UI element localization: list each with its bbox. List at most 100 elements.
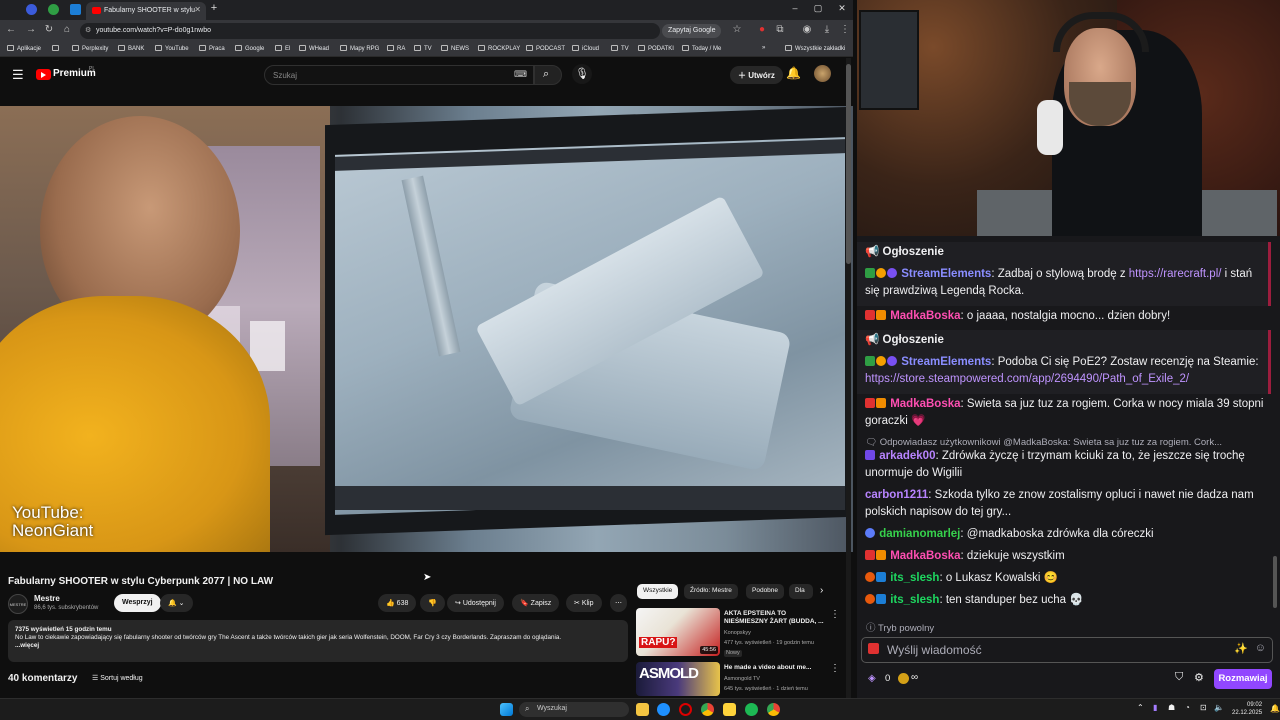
shield-icon[interactable]: ⛉	[1175, 671, 1183, 684]
recommendation-channel[interactable]: Konopskyy	[724, 630, 829, 637]
sparkle-icon[interactable]: ✨	[1234, 642, 1248, 655]
extension-icon[interactable]: ●	[755, 24, 769, 35]
chat-username[interactable]: carbon1211	[865, 489, 928, 501]
share-button[interactable]: ↪ Udostępnij	[447, 594, 504, 612]
new-tab-icon[interactable]: +	[205, 2, 223, 14]
chat-link[interactable]: https://store.steampowered.com/app/26944…	[865, 373, 1189, 385]
search-input[interactable]: Szukaj ⌨	[264, 65, 534, 85]
bookmark-item[interactable]: iCloud	[572, 45, 599, 52]
bookmark-item[interactable]: TV	[414, 45, 432, 52]
create-button[interactable]: ＋ Utwórz	[730, 66, 783, 84]
download-icon[interactable]: ⤓	[820, 24, 834, 35]
like-button[interactable]: 👍 638	[378, 594, 417, 612]
hamburger-menu-icon[interactable]: ☰	[12, 67, 24, 83]
channel-avatar[interactable]: MESTRE	[8, 594, 28, 614]
emote-picker-icon[interactable]: ☺	[1255, 642, 1266, 654]
chat-username[interactable]: MadkaBoska	[890, 550, 960, 562]
menu-kebab-icon[interactable]: ⋮	[838, 24, 852, 35]
extensions-puzzle-icon[interactable]: ⧉	[773, 24, 787, 35]
microphone-icon[interactable]: 🎙	[572, 64, 592, 84]
bookmark-item[interactable]: TV	[611, 45, 629, 52]
notes-app-icon[interactable]	[723, 703, 736, 716]
url-input[interactable]: ⚙ youtube.com/watch?v=P-do0g1nwbo	[80, 23, 660, 39]
clip-button[interactable]: ✂ Klip	[566, 594, 602, 612]
volume-icon[interactable]: 🔈	[1214, 703, 1224, 712]
chrome-active-icon[interactable]	[767, 703, 780, 716]
bookmark-item[interactable]: PODCAST	[526, 45, 565, 52]
bookmark-item[interactable]: Mapy RPG	[340, 45, 379, 52]
settings-gear-icon[interactable]: ⚙	[1194, 671, 1204, 684]
chip-source[interactable]: Źródło: Mestre	[684, 584, 738, 599]
bookmark-item[interactable]: Perplexity	[72, 45, 108, 52]
chip-related[interactable]: Podobne	[746, 584, 785, 599]
scrollbar-thumb[interactable]	[846, 64, 851, 264]
bookmark-item[interactable]: Praca	[199, 45, 225, 52]
recommendation-channel[interactable]: Asmongold TV	[724, 676, 829, 683]
chat-username[interactable]: StreamElements	[901, 268, 991, 280]
chat-username[interactable]: MadkaBoska	[890, 310, 960, 322]
spotify-icon[interactable]	[745, 703, 758, 716]
recommendation-title[interactable]: AKTA EPSTEINA TO NIEŚMIESZNY ŻART (BUDDA…	[724, 610, 824, 626]
subscribe-bell-button[interactable]: 🔔 ⌄	[160, 594, 193, 612]
account-avatar[interactable]	[814, 65, 831, 82]
recommendation-title[interactable]: He made a video about me...	[724, 664, 824, 672]
bookmark-item[interactable]: Today / Me	[682, 45, 721, 52]
reload-icon[interactable]: ↻	[42, 24, 56, 35]
bookmark-item[interactable]: YouTube	[155, 45, 189, 52]
opera-icon[interactable]	[679, 703, 692, 716]
tab-youtube[interactable]: Fabularny SHOOTER w stylu ✕	[86, 2, 206, 20]
notifications-icon[interactable]: 🔔	[1270, 704, 1280, 713]
search-button[interactable]: ⌕	[534, 65, 562, 85]
more-vertical-icon[interactable]: ⋮	[830, 663, 840, 674]
site-info-icon[interactable]: ⚙	[85, 26, 91, 34]
close-window-icon[interactable]: ✕	[833, 3, 851, 14]
ask-google-button[interactable]: Zapytaj Google	[662, 24, 722, 38]
chevron-right-icon[interactable]: ›	[820, 585, 823, 596]
bookmark-item[interactable]: Aplikacje	[7, 45, 41, 52]
chat-username[interactable]: its_slesh	[890, 572, 939, 584]
chat-username[interactable]: StreamElements	[901, 356, 991, 368]
edge-browser-icon[interactable]	[657, 703, 670, 716]
minimize-icon[interactable]: –	[786, 3, 804, 13]
bookmark-item[interactable]: ROCKPLAY	[478, 45, 520, 52]
channel-name[interactable]: Mestre	[34, 594, 60, 603]
keyboard-icon[interactable]: ⌨	[514, 69, 527, 80]
bookmark-item[interactable]: PODATKI	[638, 45, 674, 52]
chat-send-button[interactable]: Rozmawiaj	[1214, 669, 1272, 689]
profile-icon[interactable]	[26, 4, 37, 15]
notifications-bell-icon[interactable]: 🔔	[786, 66, 801, 80]
bits-icon[interactable]: ◈	[868, 673, 876, 684]
recommendation-thumbnail[interactable]: RAPU? 45:56	[636, 608, 720, 656]
taskbar-search[interactable]: ⌕ Wyszukaj	[519, 702, 629, 717]
bookmark-item[interactable]: El	[275, 45, 290, 52]
channel-points-icon[interactable]	[898, 673, 909, 684]
bookmark-item[interactable]: NEWS	[441, 45, 469, 52]
windows-start-icon[interactable]	[500, 703, 513, 716]
bookmarks-overflow-icon[interactable]: »	[762, 45, 765, 51]
forward-icon[interactable]: →	[24, 24, 38, 35]
twitch-tray-icon[interactable]: ▮	[1153, 703, 1157, 712]
more-actions-button[interactable]: ⋯	[610, 594, 627, 612]
chip-all[interactable]: Wszystkie	[637, 584, 679, 599]
video-player[interactable]: YouTube: NeonGiant	[0, 106, 853, 552]
more-vertical-icon[interactable]: ⋮	[830, 609, 840, 620]
profile-avatar-icon[interactable]: ◉	[800, 24, 814, 35]
chat-scrollbar[interactable]	[1273, 556, 1277, 608]
network-icon[interactable]: ⊡	[1200, 703, 1207, 712]
chat-username[interactable]: MadkaBoska	[890, 398, 960, 410]
sort-button[interactable]: ☰ Sortuj według	[92, 674, 143, 682]
maximize-icon[interactable]: ▢	[809, 3, 827, 14]
close-tab-icon[interactable]: ✕	[194, 5, 201, 14]
save-button[interactable]: 🔖 Zapisz	[512, 594, 560, 612]
bookmark-star-icon[interactable]: ☆	[730, 24, 744, 35]
chat-username[interactable]: damianomarlej	[879, 528, 960, 540]
taskbar-clock[interactable]: 09:02 22.12.2025	[1232, 701, 1262, 717]
file-explorer-icon[interactable]	[636, 703, 649, 716]
video-description[interactable]: 7375 wyświetleń 15 godzin temu No Law to…	[8, 620, 628, 662]
chrome-icon[interactable]	[701, 703, 714, 716]
chip-for-you[interactable]: Dla	[789, 584, 813, 599]
tray-overflow-icon[interactable]: ⌃	[1137, 703, 1144, 712]
tray-app-icon[interactable]: ☗	[1168, 703, 1175, 712]
bookmark-item[interactable]: RA	[387, 45, 405, 52]
extension-icon[interactable]	[48, 4, 59, 15]
